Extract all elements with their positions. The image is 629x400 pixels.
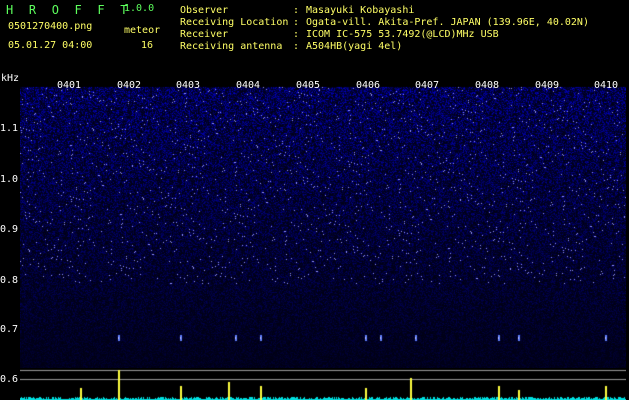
info-key: Observer xyxy=(180,5,229,16)
hroft-window: H R O F F T 1.0.0 0501270400.png meteor … xyxy=(0,0,629,400)
x-tick-label: 0405 xyxy=(296,80,321,91)
x-tick-label: 0403 xyxy=(176,80,201,91)
info-value: A504HB(yagi 4el) xyxy=(306,41,403,52)
y-tick-label: 0.8 xyxy=(0,275,19,286)
spectrogram-plot xyxy=(20,81,626,368)
app-title: H R O F F T xyxy=(6,3,132,17)
x-tick-label: 0402 xyxy=(117,80,142,91)
app-version: 1.0.0 xyxy=(124,3,155,14)
info-colon: : xyxy=(293,29,300,40)
info-value: ICOM IC-575 53.7492(@LCD)MHz USB xyxy=(306,29,499,40)
x-tick-label: 0407 xyxy=(415,80,440,91)
x-tick-label: 0404 xyxy=(236,80,261,91)
x-tick-label: 0408 xyxy=(475,80,500,91)
date-time: 05.01.27 04:00 xyxy=(8,40,93,51)
x-tick-label: 0406 xyxy=(356,80,381,91)
info-key: Receiving antenna xyxy=(180,41,283,52)
info-value: Ogata-vill. Akita-Pref. JAPAN (139.96E, … xyxy=(306,17,589,28)
info-colon: : xyxy=(293,41,300,52)
y-tick-label: 1.0 xyxy=(0,174,19,185)
file-name: 0501270400.png xyxy=(8,21,93,32)
meteor-label: meteor xyxy=(124,25,161,36)
x-tick-label: 0409 xyxy=(535,80,560,91)
info-key: Receiving Location xyxy=(180,17,289,28)
meteor-count: 16 xyxy=(141,40,154,51)
info-colon: : xyxy=(293,17,300,28)
x-tick-label: 0410 xyxy=(594,80,619,91)
info-colon: : xyxy=(293,5,300,16)
signal-level-plot xyxy=(20,368,626,400)
info-key: Receiver xyxy=(180,29,229,40)
x-tick-label: 0401 xyxy=(57,80,82,91)
info-value: Masayuki Kobayashi xyxy=(306,5,415,16)
y-tick-label: 0.9 xyxy=(0,224,19,235)
y-tick-label: 1.1 xyxy=(0,123,19,134)
y-tick-label: 0.7 xyxy=(0,324,19,335)
y-tick-label: 0.6 xyxy=(0,374,19,385)
y-axis-unit: kHz xyxy=(1,73,20,84)
